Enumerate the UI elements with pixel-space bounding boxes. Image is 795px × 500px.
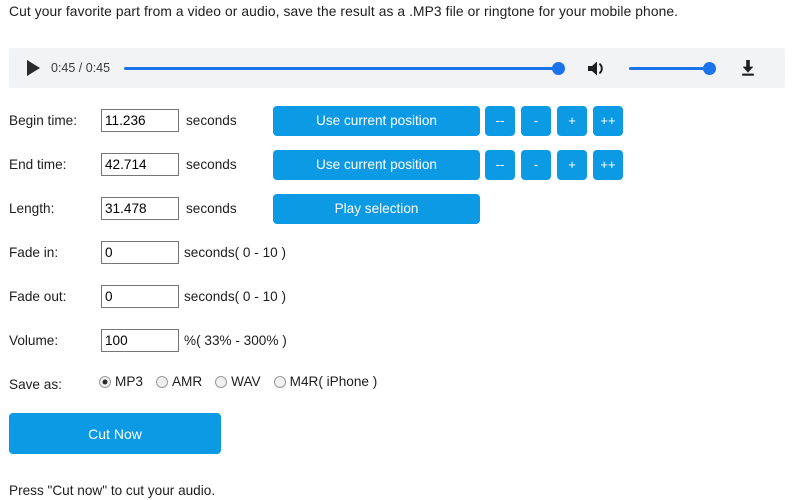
form-row-save-as: Save as: MP3 AMR WAV M4R( iPhone ): [0, 368, 795, 404]
form-row-begin-time: Begin time: seconds Use current position…: [0, 104, 795, 148]
save-as-label: Save as:: [9, 377, 62, 392]
radio-option-wav[interactable]: WAV: [215, 374, 261, 389]
volume-thumb[interactable]: [703, 61, 717, 75]
radio-dot-mp3[interactable]: [99, 375, 111, 388]
begin-use-current-position-button[interactable]: Use current position: [273, 106, 480, 136]
play-icon: [26, 60, 40, 76]
play-button[interactable]: [17, 48, 49, 88]
end-time-input[interactable]: [101, 153, 179, 176]
end-time-label: End time:: [9, 157, 67, 172]
download-button[interactable]: [736, 56, 760, 80]
radio-dot-m4r[interactable]: [273, 375, 286, 388]
radio-option-mp3[interactable]: MP3: [99, 374, 143, 389]
cut-now-button[interactable]: Cut Now: [9, 413, 221, 454]
begin-time-label: Begin time:: [9, 113, 78, 128]
progress-thumb[interactable]: [552, 61, 566, 75]
radio-label-amr: AMR: [171, 374, 203, 389]
radio-dot-wav[interactable]: [215, 375, 228, 388]
radio-label-wav: WAV: [231, 374, 261, 389]
mute-button[interactable]: [585, 56, 609, 80]
audio-player-bar: 0:45 / 0:45: [9, 48, 785, 88]
begin-increment-button[interactable]: +: [557, 106, 587, 136]
length-input[interactable]: [101, 197, 179, 220]
speaker-icon: [588, 61, 603, 75]
length-label: Length:: [9, 201, 55, 216]
volume-unit: %( 33% - 300% ): [184, 333, 287, 348]
form-row-fade-in: Fade in: seconds( 0 - 10 ): [0, 236, 795, 280]
volume-input[interactable]: [101, 329, 179, 352]
save-as-radio-group: MP3 AMR WAV M4R( iPhone ): [99, 374, 390, 389]
radio-label-mp3: MP3: [115, 374, 143, 389]
begin-time-unit: seconds: [186, 113, 237, 128]
radio-option-amr[interactable]: AMR: [155, 374, 203, 389]
end-decrement-large-button[interactable]: --: [485, 150, 515, 180]
end-time-unit: seconds: [186, 157, 237, 172]
fade-out-unit: seconds( 0 - 10 ): [184, 289, 286, 304]
progress-track: [124, 66, 565, 70]
begin-increment-large-button[interactable]: ++: [593, 106, 623, 136]
radio-dot-amr[interactable]: [155, 375, 168, 388]
end-use-current-position-button[interactable]: Use current position: [273, 150, 480, 180]
time-display: 0:45 / 0:45: [51, 61, 111, 75]
play-selection-button[interactable]: Play selection: [273, 194, 480, 224]
length-unit: seconds: [186, 201, 237, 216]
end-increment-button[interactable]: +: [557, 150, 587, 180]
intro-text: Cut your favorite part from a video or a…: [9, 4, 679, 19]
radio-label-m4r: M4R( iPhone ): [289, 374, 378, 389]
end-increment-large-button[interactable]: ++: [593, 150, 623, 180]
form-row-fade-out: Fade out: seconds( 0 - 10 ): [0, 280, 795, 324]
form-row-length: Length: seconds Play selection: [0, 192, 795, 236]
form-row-end-time: End time: seconds Use current position -…: [0, 148, 795, 192]
form-row-volume: Volume: %( 33% - 300% ): [0, 324, 795, 368]
download-icon: [742, 60, 754, 76]
begin-decrement-button[interactable]: -: [521, 106, 551, 136]
footer-hint: Press "Cut now" to cut your audio.: [9, 483, 216, 498]
cutter-form: Begin time: seconds Use current position…: [0, 104, 795, 404]
fade-out-label: Fade out:: [9, 289, 67, 304]
radio-option-m4r[interactable]: M4R( iPhone ): [273, 374, 378, 389]
volume-label: Volume:: [9, 333, 59, 348]
fade-in-label: Fade in:: [9, 245, 59, 260]
fade-in-input[interactable]: [101, 241, 179, 264]
begin-decrement-large-button[interactable]: --: [485, 106, 515, 136]
fade-out-input[interactable]: [101, 285, 179, 308]
progress-slider[interactable]: [124, 58, 566, 78]
volume-track: [629, 66, 715, 70]
volume-slider[interactable]: [629, 58, 717, 78]
begin-time-input[interactable]: [101, 109, 179, 132]
fade-in-unit: seconds( 0 - 10 ): [184, 245, 286, 260]
end-decrement-button[interactable]: -: [521, 150, 551, 180]
